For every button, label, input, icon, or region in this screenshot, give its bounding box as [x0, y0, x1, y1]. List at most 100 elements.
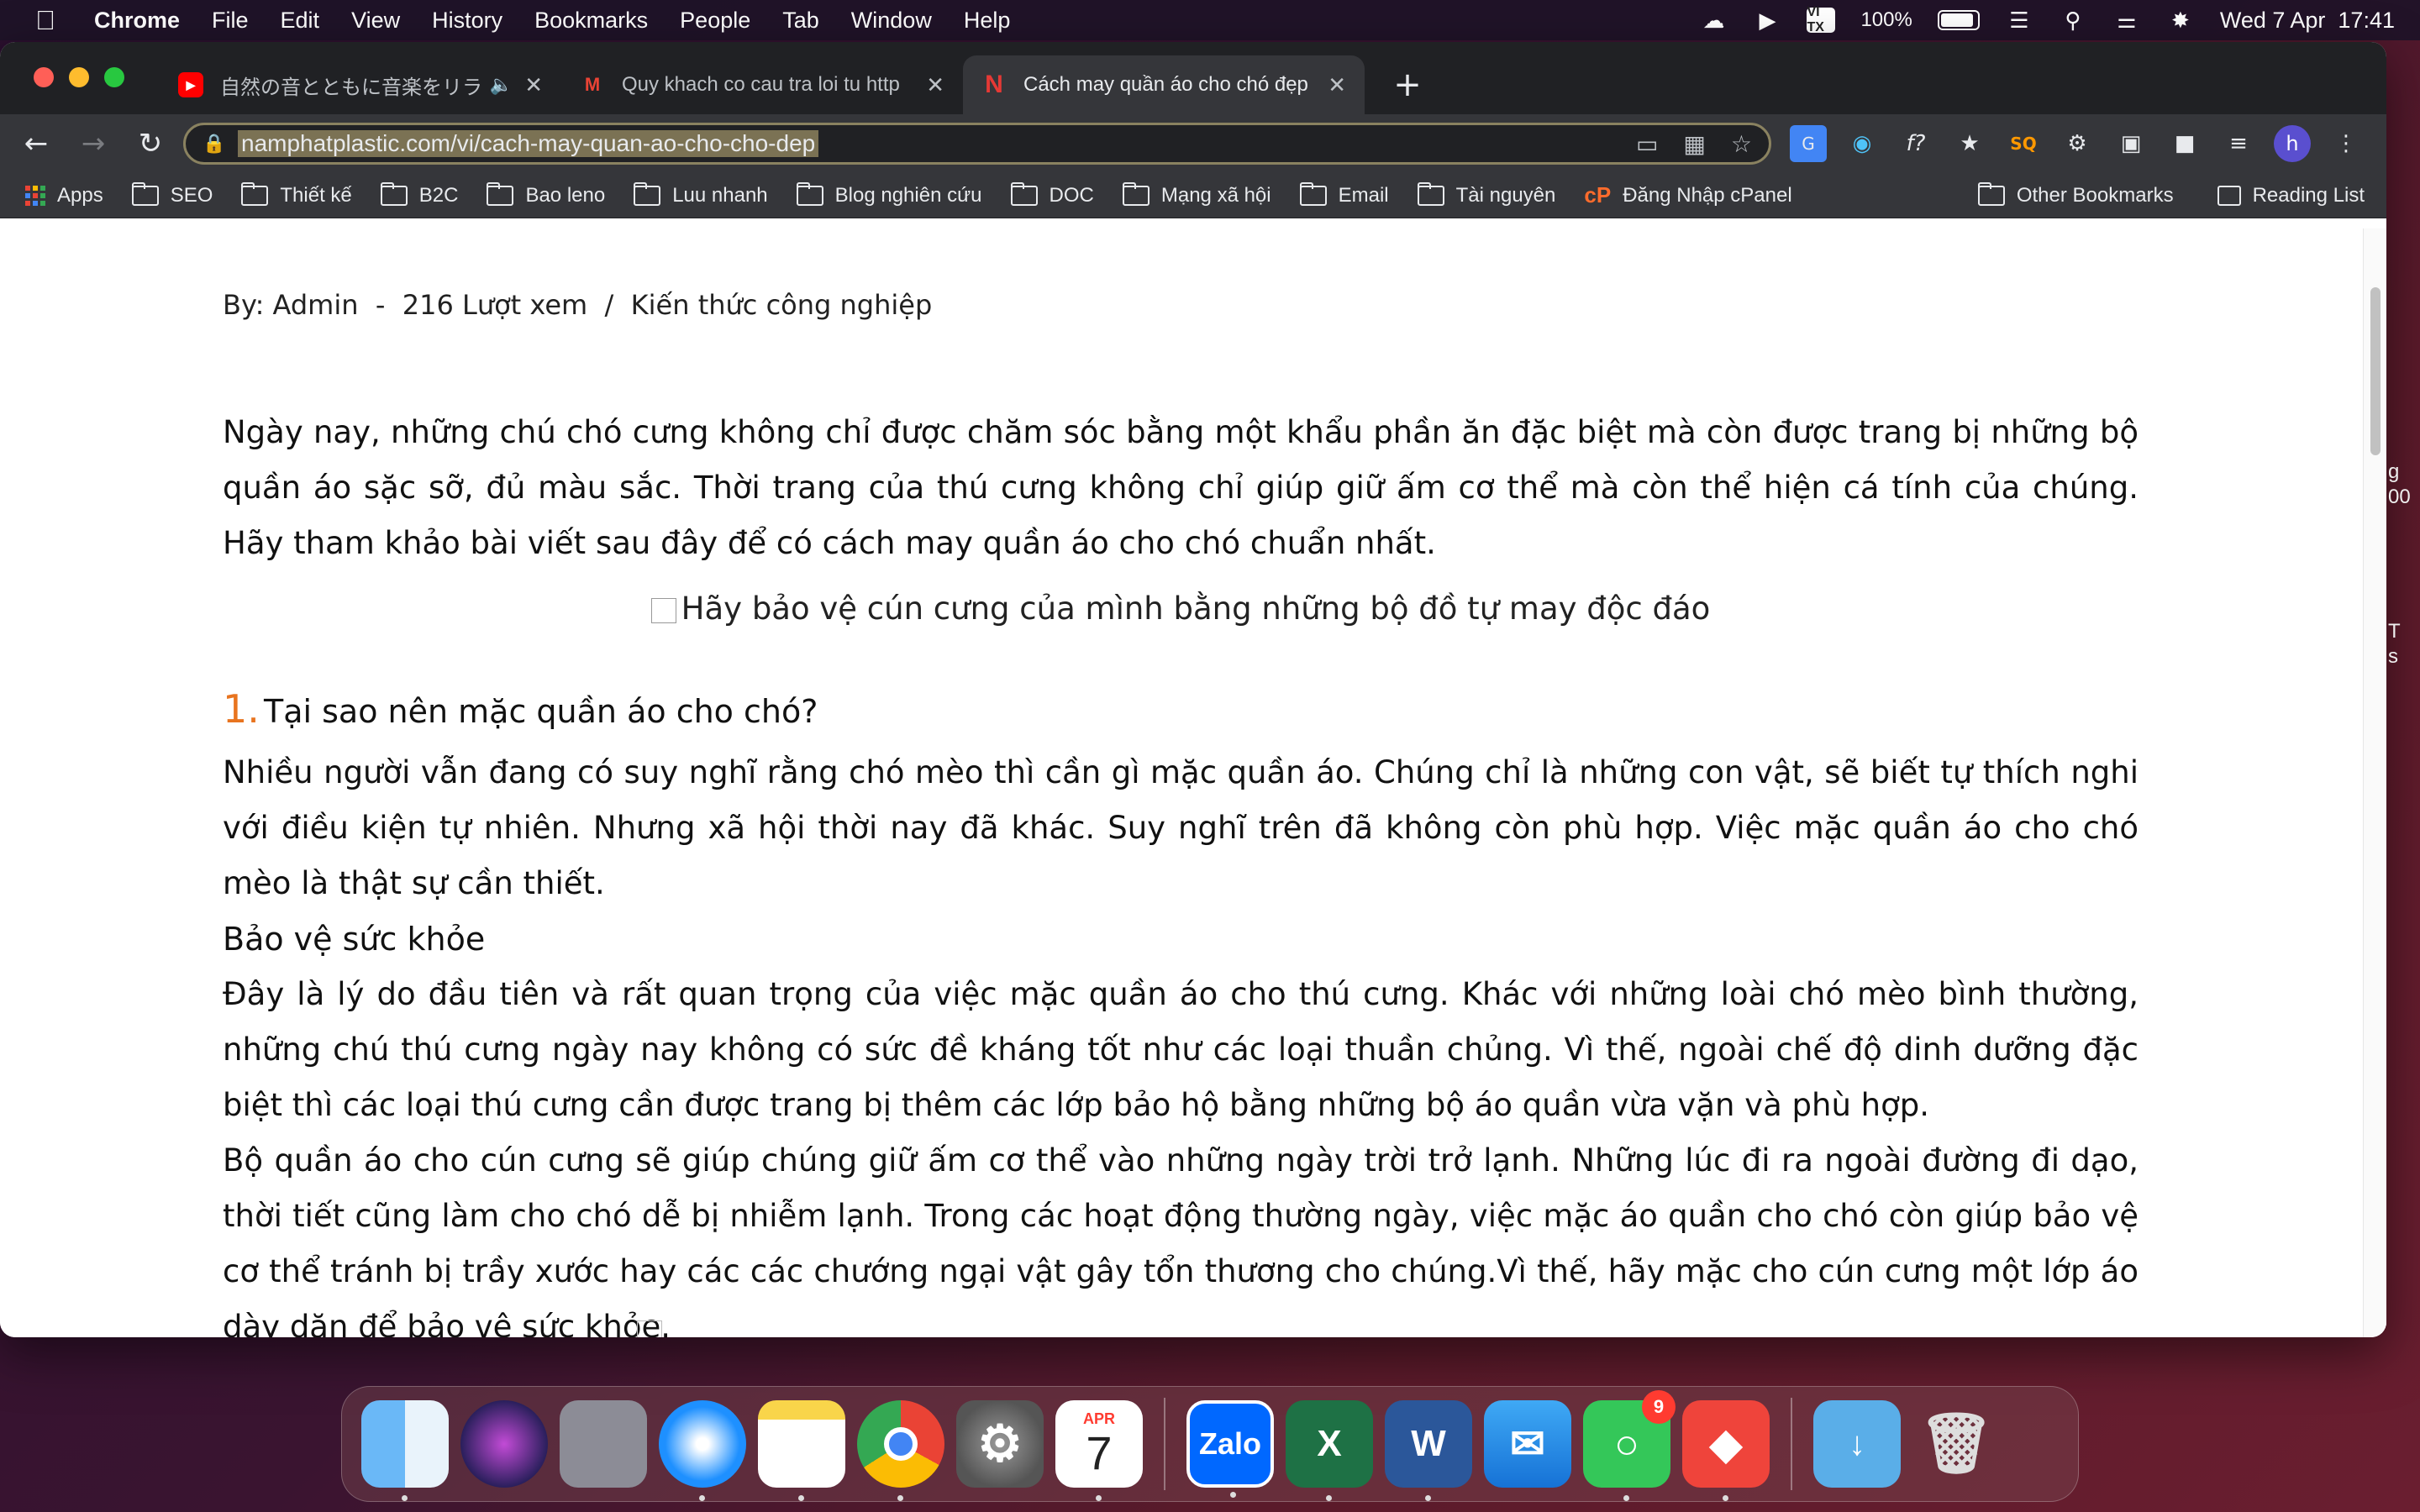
tab-title: 自然の音とともに音楽をリラ [220, 76, 481, 99]
bookmark-folder[interactable]: Thiết kế [241, 181, 352, 207]
bookmark-folder[interactable]: Tài nguyên [1417, 181, 1555, 207]
notes-icon[interactable] [758, 1400, 845, 1501]
spotlight-search-icon[interactable]: ⚲ [2059, 8, 2087, 33]
tab-title: Quy khach co cau tra loi tu http [622, 73, 900, 96]
bug-extension-icon[interactable]: ★ [1951, 125, 1988, 162]
address-bar[interactable]: 🔒 namphatplastic.com/vi/cach-may-quan-ao… [183, 123, 1771, 165]
other-bookmarks[interactable]: Other Bookmarks [1977, 181, 2174, 207]
menu-file[interactable]: File [212, 8, 249, 34]
bookmark-folder[interactable]: DOC [1010, 181, 1094, 207]
menu-app-name[interactable]: Chrome [94, 8, 180, 34]
close-window-button[interactable] [34, 67, 54, 87]
unikey-icon[interactable]: VI TX [1807, 5, 1836, 34]
screenshot-extension-icon[interactable]: ▣ [2112, 125, 2149, 162]
broken-image-icon [637, 1320, 662, 1337]
media-queue-icon[interactable]: ≡ [2220, 125, 2257, 162]
menu-tab[interactable]: Tab [782, 8, 819, 34]
bookmark-folder[interactable]: Email [1299, 181, 1389, 207]
bookmark-folder[interactable]: Mạng xã hội [1122, 181, 1271, 207]
back-button[interactable]: ← [15, 123, 57, 165]
function-extension-icon[interactable]: f? [1897, 125, 1934, 162]
article-paragraph: Bộ quần áo cho cún cưng sẽ giúp chúng gi… [223, 1142, 2139, 1337]
bookmark-cpanel[interactable]: cP Đăng Nhập cPanel [1584, 182, 1791, 208]
word-icon[interactable]: W [1385, 1400, 1472, 1501]
minimize-window-button[interactable] [69, 67, 89, 87]
page-scrollbar[interactable] [2363, 228, 2386, 1337]
browser-toolbar: ← → ↻ 🔒 namphatplastic.com/vi/cach-may-q… [0, 114, 2386, 173]
menu-people[interactable]: People [680, 8, 750, 34]
bookmark-apps[interactable]: Apps [25, 184, 103, 207]
downloads-folder-icon[interactable]: ↓ [1813, 1400, 1901, 1488]
control-center-icon[interactable]: ⚌ [2112, 8, 2141, 33]
trash-icon[interactable]: 🗑 [1912, 1400, 2000, 1488]
reload-button[interactable]: ↻ [129, 123, 171, 165]
gear-extension-icon[interactable]: ⚙ [2059, 125, 2096, 162]
folder-icon [487, 181, 514, 206]
window-controls [34, 67, 124, 87]
scrollbar-thumb[interactable] [2370, 287, 2381, 455]
cast-icon[interactable]: ▭ [1636, 130, 1658, 158]
tab-title: Cách may quần áo cho chó đẹp [1023, 73, 1308, 96]
excel-icon[interactable]: X [1286, 1400, 1373, 1501]
menu-history[interactable]: History [432, 8, 502, 34]
battery-icon[interactable] [1937, 10, 1980, 30]
close-tab-icon[interactable]: ✕ [1328, 72, 1346, 98]
close-tab-icon[interactable]: ✕ [524, 72, 543, 98]
menu-view[interactable]: View [351, 8, 400, 34]
zalo-icon[interactable]: Zalo [1186, 1400, 1274, 1498]
siri-dock-icon[interactable] [460, 1400, 548, 1488]
play-circle-icon[interactable]: ▶ [1753, 8, 1781, 33]
folder-icon [241, 181, 269, 206]
google-translate-icon[interactable]: G [1790, 125, 1827, 162]
calendar-icon[interactable]: APR 7 [1055, 1400, 1143, 1501]
qr-code-icon[interactable]: ▦ [1683, 130, 1705, 158]
circle-extension-icon[interactable]: ◉ [1844, 125, 1881, 162]
menubar-datetime[interactable]: Wed 7 Apr 17:41 [2220, 8, 2395, 34]
tab-youtube[interactable]: ▶ 自然の音とともに音楽をリラ 🔈 ✕ [160, 55, 561, 114]
desktop-edge-text: T [2388, 620, 2401, 643]
lock-icon[interactable]: 🔒 [203, 134, 228, 155]
apps-grid-icon [25, 185, 45, 206]
new-tab-button[interactable]: + [1386, 64, 1428, 106]
siri-icon[interactable]: ✸ [2166, 8, 2195, 33]
system-preferences-icon[interactable]: ⚙ [956, 1400, 1044, 1488]
article-subheading: Bảo vệ sức khỏe [223, 921, 486, 958]
calendar-day: 7 [1086, 1425, 1113, 1479]
menu-bookmarks[interactable]: Bookmarks [534, 8, 648, 34]
tab-active-article[interactable]: N Cách may quần áo cho chó đẹp ✕ [963, 55, 1365, 114]
tab-gmail[interactable]: M Quy khach co cau tra loi tu http ✕ [561, 55, 963, 114]
menu-help[interactable]: Help [964, 8, 1011, 34]
folder-icon [1299, 181, 1327, 206]
forward-button[interactable]: → [72, 123, 114, 165]
wifi-icon[interactable]: ☰ [2005, 8, 2033, 33]
url-text[interactable]: namphatplastic.com/vi/cach-may-quan-ao-c… [238, 130, 819, 157]
speaker-icon[interactable]: 🔈 [490, 74, 513, 96]
chrome-dock-icon[interactable] [857, 1400, 944, 1501]
reading-list[interactable]: Reading List [2217, 184, 2365, 207]
anydesk-icon[interactable]: ◆ [1682, 1400, 1770, 1501]
launchpad-icon[interactable] [560, 1400, 647, 1488]
messages-icon[interactable]: ○ 9 [1583, 1390, 1676, 1501]
desktop-edge-text: s [2388, 645, 2398, 668]
mail-icon[interactable]: ✉ [1484, 1400, 1571, 1488]
chrome-menu-icon[interactable]: ⋮ [2328, 125, 2365, 162]
bookmark-folder[interactable]: B2C [380, 181, 458, 207]
menu-edit[interactable]: Edit [281, 8, 320, 34]
bookmark-folder[interactable]: Bao leno [487, 181, 605, 207]
bookmark-folder[interactable]: SEO [131, 181, 213, 207]
profile-avatar[interactable]: h [2274, 125, 2311, 162]
bookmark-folder[interactable]: Blog nghiên cứu [796, 181, 982, 207]
seoquake-icon[interactable]: SQ [2005, 125, 2042, 162]
zoom-window-button[interactable] [104, 67, 124, 87]
bookmark-star-icon[interactable]: ☆ [1731, 130, 1752, 158]
bookmark-folder[interactable]: Luu nhanh [634, 181, 768, 207]
close-tab-icon[interactable]: ✕ [926, 72, 944, 98]
creative-cloud-icon[interactable]: ☁ [1699, 8, 1728, 33]
article-paragraph: Nhiều người vẫn đang có suy nghĩ rằng ch… [223, 754, 2139, 901]
browser-window: ▶ 自然の音とともに音楽をリラ 🔈 ✕ M Quy khach co cau t… [0, 42, 2386, 1337]
finder-icon[interactable] [361, 1400, 449, 1501]
menu-window[interactable]: Window [851, 8, 932, 34]
apple-menu-icon[interactable]:  [35, 5, 69, 36]
safari-icon[interactable] [659, 1400, 746, 1501]
extensions-puzzle-icon[interactable]: ■ [2166, 125, 2203, 162]
